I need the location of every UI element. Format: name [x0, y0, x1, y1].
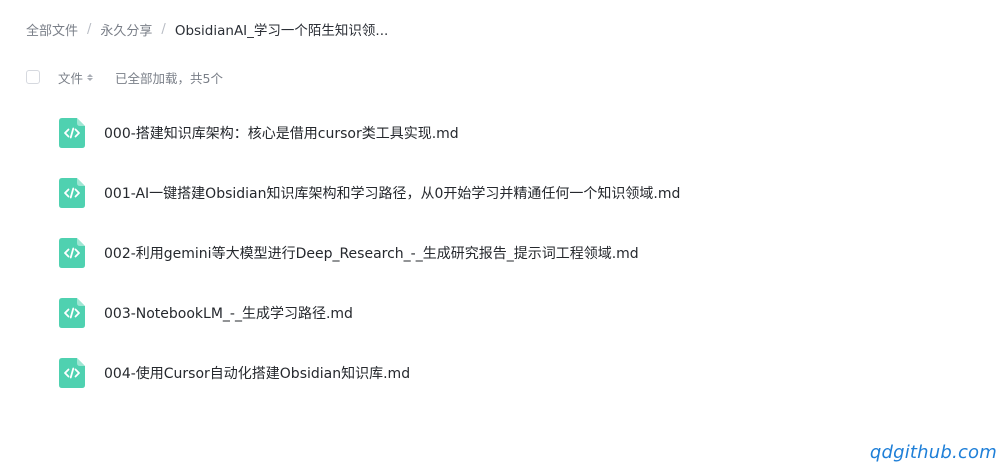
sort-icon [87, 73, 94, 81]
code-file-icon [59, 118, 85, 148]
file-row[interactable]: 004-使用Cursor自动化搭建Obsidian知识库.md [59, 343, 959, 403]
file-list: 000-搭建知识库架构：核心是借用cursor类工具实现.md 001-AI一键… [59, 103, 959, 403]
breadcrumb-permanent-share[interactable]: 永久分享 [100, 20, 152, 39]
code-file-icon [59, 298, 85, 328]
sort-by-name-button[interactable]: 文件 [58, 68, 94, 87]
watermark-text: qdgithub.com [869, 442, 997, 463]
list-header: 文件 已全部加载，共5个 [26, 67, 223, 87]
column-name-label: 文件 [58, 70, 84, 86]
file-row[interactable]: 001-AI一键搭建Obsidian知识库架构和学习路径，从0开始学习并精通任何… [59, 163, 959, 223]
file-row[interactable]: 000-搭建知识库架构：核心是借用cursor类工具实现.md [59, 103, 959, 163]
code-file-icon [59, 178, 85, 208]
file-name[interactable]: 000-搭建知识库架构：核心是借用cursor类工具实现.md [104, 123, 459, 143]
breadcrumb-root[interactable]: 全部文件 [26, 20, 78, 39]
select-all-checkbox[interactable] [26, 70, 40, 84]
load-status-text: 已全部加载，共5个 [115, 70, 223, 86]
breadcrumb: 全部文件 / 永久分享 / ObsidianAI_学习一个陌生知识领... [26, 19, 389, 40]
file-browser: 全部文件 / 永久分享 / ObsidianAI_学习一个陌生知识领... 文件… [0, 0, 999, 466]
file-name[interactable]: 003-NotebookLM_-_生成学习路径.md [104, 303, 353, 323]
file-name[interactable]: 002-利用gemini等大模型进行Deep_Research_-_生成研究报告… [104, 243, 639, 263]
file-name[interactable]: 004-使用Cursor自动化搭建Obsidian知识库.md [104, 363, 410, 383]
file-name[interactable]: 001-AI一键搭建Obsidian知识库架构和学习路径，从0开始学习并精通任何… [104, 183, 680, 203]
file-row[interactable]: 003-NotebookLM_-_生成学习路径.md [59, 283, 959, 343]
file-row[interactable]: 002-利用gemini等大模型进行Deep_Research_-_生成研究报告… [59, 223, 959, 283]
breadcrumb-current-folder: ObsidianAI_学习一个陌生知识领... [174, 23, 389, 39]
breadcrumb-separator: / [161, 21, 166, 37]
code-file-icon [59, 238, 85, 268]
breadcrumb-separator: / [87, 21, 92, 37]
code-file-icon [59, 358, 85, 388]
